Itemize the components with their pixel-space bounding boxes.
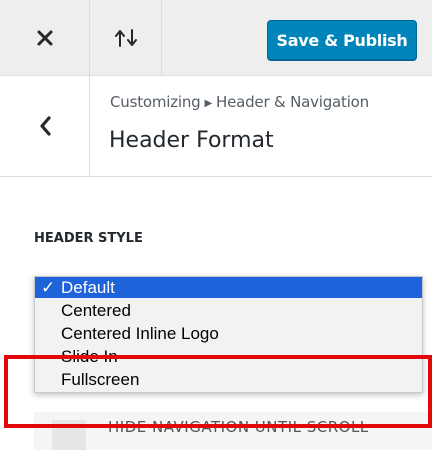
close-customizer-button[interactable] (0, 0, 90, 76)
hide-navigation-control[interactable]: Hide Navigation Until Scroll (34, 412, 432, 450)
breadcrumb-root: Customizing (110, 93, 201, 111)
chevron-left-icon (39, 116, 51, 136)
close-icon (37, 30, 52, 46)
header-style-label: Header Style (34, 231, 143, 246)
dropdown-option-default[interactable]: ✓ Default (35, 277, 422, 298)
header-style-dropdown[interactable]: ✓ Default Centered Centered Inline Logo S… (34, 276, 423, 393)
dropdown-option-centered[interactable]: Centered (35, 300, 422, 321)
reorder-button[interactable] (90, 0, 162, 76)
breadcrumb-separator-icon: ▶ (204, 98, 213, 109)
back-button[interactable] (0, 76, 90, 176)
breadcrumb: Customizing ▶ Header & Navigation (110, 93, 369, 111)
save-publish-button[interactable]: Save & Publish (267, 20, 417, 60)
breadcrumb-current: Header & Navigation (216, 93, 369, 111)
dropdown-option-centered-inline-logo[interactable]: Centered Inline Logo (35, 323, 422, 344)
customizer-toolbar: Save & Publish (0, 0, 432, 76)
checkmark-icon: ✓ (41, 278, 56, 297)
toggle-checkbox[interactable] (52, 420, 86, 450)
dropdown-option-slide-in[interactable]: Slide In (35, 346, 422, 367)
section-header: Customizing ▶ Header & Navigation Header F… (0, 76, 432, 177)
hide-navigation-label: Hide Navigation Until Scroll (108, 418, 369, 436)
dropdown-option-fullscreen[interactable]: Fullscreen (35, 369, 422, 390)
reorder-arrows-icon (114, 29, 137, 47)
page-title: Header Format (109, 128, 274, 153)
